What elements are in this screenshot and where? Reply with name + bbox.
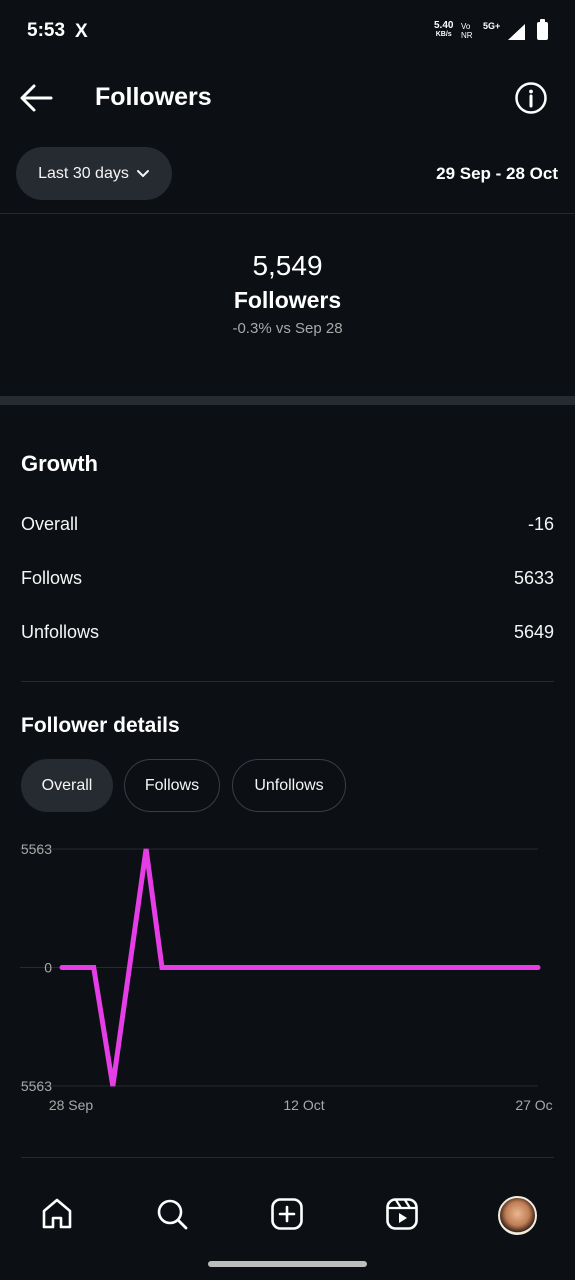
growth-row-overall: Overall -16 xyxy=(21,514,554,538)
search-icon[interactable] xyxy=(154,1196,190,1232)
date-range-dropdown[interactable]: Last 30 days xyxy=(16,147,172,200)
date-range-text: 29 Sep - 28 Oct xyxy=(436,164,558,183)
divider xyxy=(21,681,554,682)
arrow-left-icon[interactable] xyxy=(18,82,56,114)
follower-details-chart: 5563 0 5563 28 Sep 12 Oct 27 Oc xyxy=(20,841,553,1113)
signal-icon xyxy=(508,24,525,40)
info-icon[interactable] xyxy=(514,81,548,115)
growth-row-label: Follows xyxy=(21,568,83,588)
home-indicator[interactable] xyxy=(208,1261,367,1267)
chart-x-tick-label: 12 Oct xyxy=(283,1097,324,1113)
date-range-dropdown-label: Last 30 days xyxy=(38,164,129,182)
growth-row-label: Overall xyxy=(21,514,79,534)
growth-title: Growth xyxy=(21,451,98,476)
section-divider xyxy=(0,396,575,405)
growth-row-value: -16 xyxy=(527,514,554,534)
chart-y-tick-label: 0 xyxy=(44,960,52,976)
volte-indicator: Vo NR xyxy=(461,22,473,40)
header: Followers xyxy=(0,64,575,132)
tab-overall[interactable]: Overall xyxy=(21,759,113,812)
growth-row-value: 5649 xyxy=(513,622,554,642)
follower-details-title: Follower details xyxy=(21,714,180,737)
bottom-nav xyxy=(0,1180,575,1250)
battery-icon xyxy=(537,19,548,40)
growth-row-follows: Follows 5633 xyxy=(21,568,554,592)
divider xyxy=(21,1157,554,1158)
chart-x-tick-label: 28 Sep xyxy=(49,1097,94,1113)
filter-row: Last 30 days 29 Sep - 28 Oct xyxy=(0,146,575,202)
divider xyxy=(0,213,575,214)
growth-row-value: 5633 xyxy=(513,568,554,588)
chart-y-tick-label: 5563 xyxy=(21,1078,52,1094)
tab-follows[interactable]: Follows xyxy=(124,759,220,812)
home-icon[interactable] xyxy=(39,1196,75,1232)
network-speed-value: 5.40 xyxy=(434,20,454,31)
chevron-down-icon xyxy=(136,169,149,177)
x-app-icon: X xyxy=(75,21,88,42)
followers-count: 5,549 xyxy=(252,250,323,281)
network-speed: 5.40 KB/s xyxy=(434,21,453,39)
growth-row-label: Unfollows xyxy=(21,622,100,642)
status-bar: 5:53 X 5.40 KB/s Vo NR 5G+ xyxy=(0,0,575,64)
page-title: Followers xyxy=(95,83,212,111)
followers-label: Followers xyxy=(233,287,342,313)
create-icon[interactable] xyxy=(269,1196,305,1232)
chart-y-tick-label: 5563 xyxy=(21,841,52,857)
volte-bottom: NR xyxy=(461,31,473,40)
reels-icon[interactable] xyxy=(384,1196,420,1232)
network-speed-unit: KB/s xyxy=(435,31,452,38)
followers-summary: 5,549 Followers -0.3% vs Sep 28 xyxy=(0,250,575,337)
tab-unfollows[interactable]: Unfollows xyxy=(232,759,346,812)
profile-avatar[interactable] xyxy=(498,1196,537,1235)
network-type: 5G+ xyxy=(483,21,501,31)
followers-change: -0.3% vs Sep 28 xyxy=(232,320,343,337)
growth-row-unfollows: Unfollows 5649 xyxy=(21,622,554,646)
chart-x-tick-label: 27 Oc xyxy=(515,1097,552,1113)
volte-top: Vo xyxy=(461,22,471,31)
status-time: 5:53 xyxy=(27,20,66,41)
